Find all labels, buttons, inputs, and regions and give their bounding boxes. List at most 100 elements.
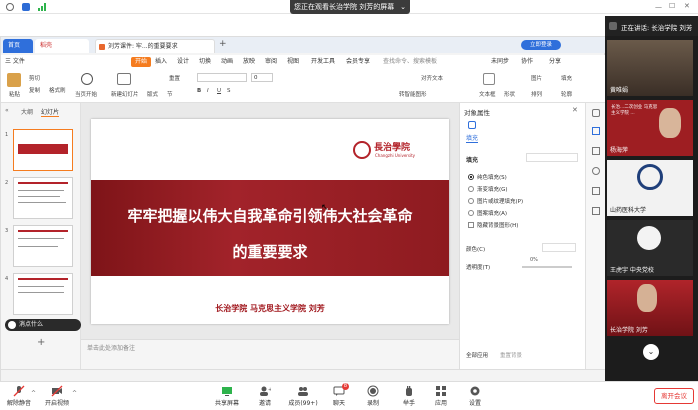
- property-icon[interactable]: [592, 127, 600, 135]
- chevron-up-icon[interactable]: ^: [72, 390, 77, 397]
- menu-file[interactable]: 三 文件: [5, 57, 25, 67]
- menu-view[interactable]: 视图: [287, 57, 299, 67]
- shape-button[interactable]: 形状: [504, 91, 515, 99]
- fill-dropdown[interactable]: [526, 153, 578, 162]
- bold-button[interactable]: B: [197, 87, 201, 95]
- floating-assistant[interactable]: 消点什么: [5, 319, 81, 331]
- leave-meeting-button[interactable]: 离开会议: [654, 388, 694, 404]
- settings-button[interactable]: 设置: [458, 383, 492, 410]
- reset-button[interactable]: 重置: [169, 75, 180, 83]
- record-button[interactable]: 录制: [356, 383, 390, 410]
- tab-slides[interactable]: 幻灯片: [41, 107, 60, 117]
- start-video-button[interactable]: 开启视频: [40, 383, 74, 410]
- slide[interactable]: 長治學院 Changzhi University 牢牢把握以伟大自我革命引领伟大…: [91, 119, 449, 324]
- font-size-select[interactable]: 0: [251, 73, 273, 82]
- info-icon[interactable]: [6, 3, 14, 11]
- new-tab-icon[interactable]: +: [219, 39, 227, 49]
- close-icon[interactable]: ✕: [684, 2, 690, 10]
- paste-icon[interactable]: [7, 73, 21, 87]
- chevron-down-icon[interactable]: ⌄: [400, 0, 406, 14]
- arrange-button[interactable]: 排列: [531, 91, 542, 99]
- slide-thumbnail-2[interactable]: 2: [5, 177, 73, 219]
- fill-bucket-icon[interactable]: [468, 121, 476, 129]
- backup-icon[interactable]: [592, 207, 600, 215]
- menu-design[interactable]: 设计: [177, 57, 189, 67]
- scroll-down-icon[interactable]: ⌄: [643, 344, 659, 360]
- selection-icon[interactable]: [592, 187, 600, 195]
- participant-tile[interactable]: 长治学院 刘芳: [607, 280, 693, 336]
- participant-tile[interactable]: 山药医科大学: [607, 160, 693, 216]
- minimize-icon[interactable]: —: [655, 3, 662, 11]
- collaborate-button[interactable]: 协作: [521, 57, 533, 67]
- menu-review[interactable]: 审阅: [265, 57, 277, 67]
- menu-developer[interactable]: 开发工具: [311, 57, 335, 67]
- tab-fill[interactable]: 填充: [466, 133, 479, 143]
- sync-status[interactable]: 未同步: [491, 57, 509, 67]
- slide-thumbnail-1[interactable]: 1: [5, 129, 73, 171]
- apply-all-button[interactable]: 全部应用: [466, 351, 488, 359]
- slide-number: 3: [5, 228, 9, 234]
- slide-thumbnail-4[interactable]: 4: [5, 273, 73, 315]
- raise-hand-button[interactable]: 举手: [392, 383, 426, 410]
- chat-button[interactable]: 8 聊天: [322, 383, 356, 410]
- italic-button[interactable]: I: [207, 87, 209, 95]
- invite-button[interactable]: + 邀请: [248, 383, 282, 410]
- slide-thumbnail-3[interactable]: 3: [5, 225, 73, 267]
- participant-tile[interactable]: 王虎宇 中央党校: [607, 220, 693, 276]
- play-icon[interactable]: [81, 73, 93, 85]
- contour-button[interactable]: 轮廓: [561, 91, 572, 99]
- underline-button[interactable]: U: [217, 87, 221, 95]
- maximize-icon[interactable]: ☐: [669, 2, 675, 10]
- tab-document[interactable]: 刘芳课件: 牢...的重要要求: [95, 39, 215, 53]
- menu-insert[interactable]: 插入: [155, 57, 167, 67]
- share-screen-button[interactable]: 共享屏幕: [210, 383, 244, 410]
- from-current-button[interactable]: 当页开始: [75, 91, 97, 99]
- strikethrough-button[interactable]: S: [227, 87, 231, 95]
- section-button[interactable]: 节: [167, 91, 173, 99]
- search-command-input[interactable]: 查找命令、搜索模板: [383, 57, 437, 67]
- login-button[interactable]: 立即登录: [521, 40, 561, 50]
- animation-icon[interactable]: [592, 147, 600, 155]
- menu-animation[interactable]: 动画: [221, 57, 233, 67]
- share-button[interactable]: 分享: [549, 57, 561, 67]
- screen-share-banner[interactable]: 您正在观看长治学院 刘芳的屏幕 ⌄: [290, 0, 410, 14]
- convert-smartart-button[interactable]: 转智能图形: [399, 91, 427, 99]
- add-slide-icon[interactable]: +: [37, 337, 45, 348]
- transparency-slider[interactable]: [522, 266, 572, 268]
- text-box-button[interactable]: 文本框: [479, 91, 496, 99]
- new-slide-button[interactable]: 新建幻灯片: [111, 91, 139, 99]
- apps-button[interactable]: 应用: [424, 383, 458, 410]
- color-picker[interactable]: [542, 243, 576, 252]
- tab-docer[interactable]: 稻壳: [35, 39, 89, 53]
- tab-home[interactable]: 首页: [3, 39, 33, 53]
- reset-background-button[interactable]: 重置背景: [500, 351, 522, 359]
- align-text-button[interactable]: 对齐文本: [421, 75, 443, 83]
- picture-button[interactable]: 图片: [531, 75, 542, 83]
- menu-slideshow[interactable]: 放映: [243, 57, 255, 67]
- text-box-icon[interactable]: [483, 73, 495, 85]
- participant-name: 长治学院 刘芳: [610, 327, 648, 334]
- menu-transition[interactable]: 切换: [199, 57, 211, 67]
- assistant-text: 消点什么: [19, 321, 44, 328]
- tab-outline[interactable]: 大纲: [21, 107, 33, 116]
- menu-member[interactable]: 会员专享: [346, 57, 370, 67]
- font-family-select[interactable]: [197, 73, 247, 82]
- members-button[interactable]: 成员(99+): [286, 383, 320, 410]
- shield-icon[interactable]: [22, 3, 30, 11]
- format-painter-button[interactable]: 格式刷: [49, 87, 66, 95]
- fill-button[interactable]: 填充: [561, 75, 572, 83]
- layout-button[interactable]: 版式: [147, 91, 158, 99]
- notes-area[interactable]: 单击此处添加备注: [81, 339, 459, 369]
- transition-icon[interactable]: [592, 167, 600, 175]
- copy-button[interactable]: 复制: [29, 87, 40, 95]
- cut-button[interactable]: 剪切: [29, 75, 40, 83]
- collapse-panel-icon[interactable]: «: [5, 107, 9, 114]
- close-panel-icon[interactable]: ✕: [572, 106, 578, 114]
- style-icon[interactable]: [592, 109, 600, 117]
- menu-home[interactable]: 开始: [131, 57, 152, 67]
- new-slide-icon[interactable]: [117, 73, 131, 85]
- chevron-up-icon[interactable]: ^: [31, 390, 36, 397]
- participant-tile[interactable]: 黄唯娟: [607, 40, 693, 96]
- participant-tile[interactable]: 长治...二次创业 马克思主义学院 ... 杨海萍: [607, 100, 693, 156]
- paste-button[interactable]: 粘贴: [9, 91, 20, 99]
